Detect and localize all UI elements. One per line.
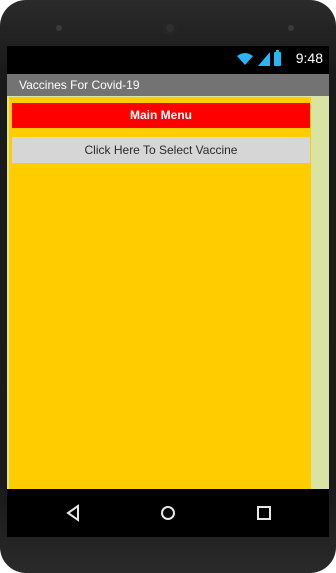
content-area: Main Menu Click Here To Select Vaccine	[7, 96, 329, 489]
app-title-bar: Vaccines For Covid-19	[7, 74, 329, 96]
bottom-bezel	[0, 537, 336, 573]
select-vaccine-button[interactable]: Click Here To Select Vaccine	[12, 137, 310, 163]
navigation-bar	[7, 489, 329, 537]
top-bezel	[0, 0, 336, 46]
battery-icon	[274, 50, 281, 66]
sensor-dot	[56, 25, 62, 31]
recent-square-icon[interactable]	[254, 503, 274, 523]
status-time: 9:48	[295, 50, 323, 66]
status-bar: 9:48	[7, 46, 329, 74]
app-title: Vaccines For Covid-19	[19, 78, 140, 92]
signal-icon	[258, 52, 270, 66]
front-camera	[163, 21, 177, 35]
status-icons	[236, 50, 281, 67]
wifi-icon	[237, 53, 253, 65]
screen: 9:48 Vaccines For Covid-19 Main Menu Cli…	[7, 46, 329, 489]
sensor-dot	[288, 25, 294, 31]
home-circle-icon[interactable]	[158, 503, 178, 523]
main-panel: Main Menu Click Here To Select Vaccine	[9, 97, 311, 489]
back-triangle-icon[interactable]	[64, 503, 84, 523]
main-menu-banner: Main Menu	[12, 103, 310, 128]
phone-frame: 9:48 Vaccines For Covid-19 Main Menu Cli…	[0, 0, 336, 573]
